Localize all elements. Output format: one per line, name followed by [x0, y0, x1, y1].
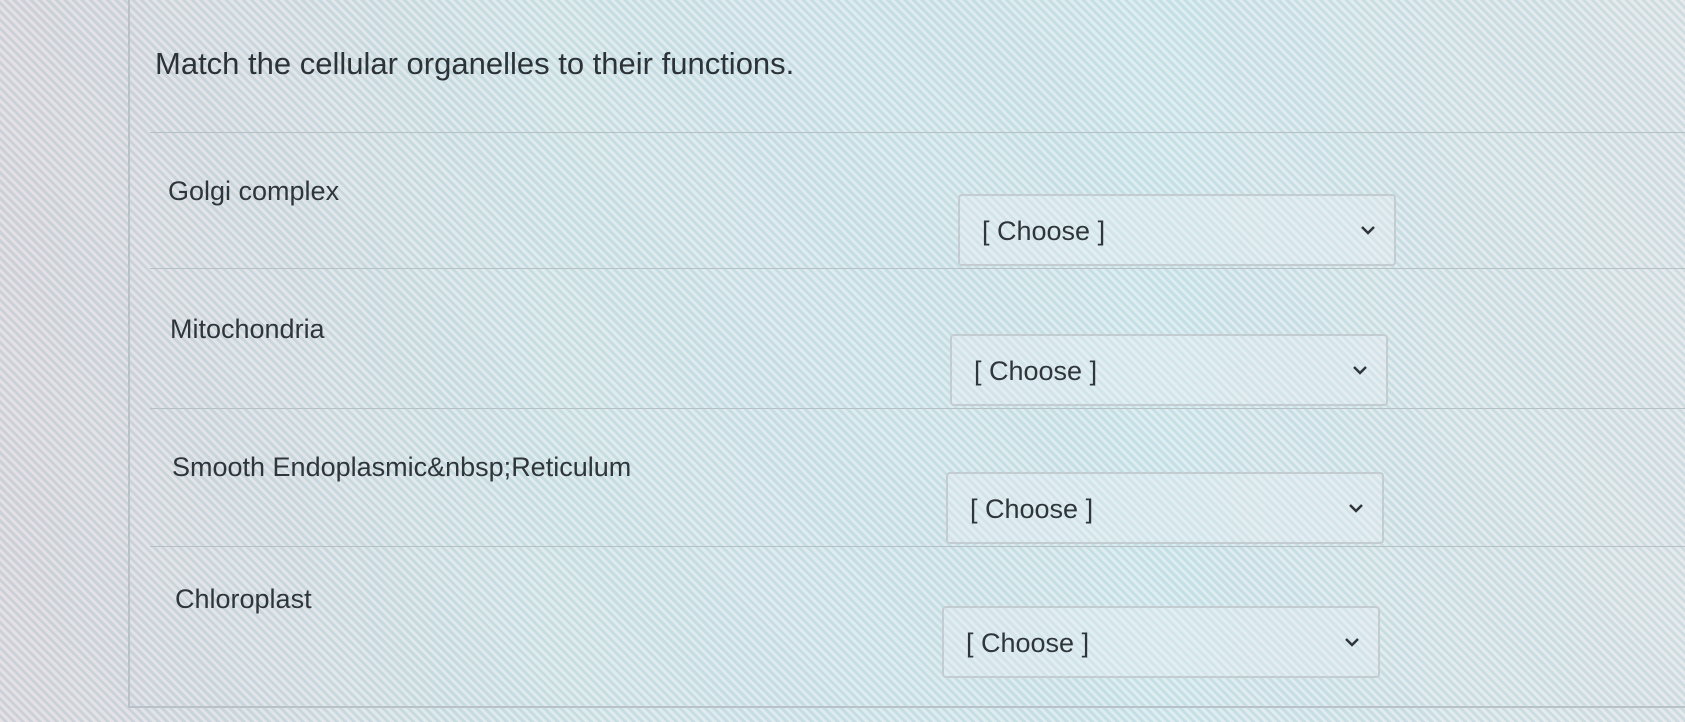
- chevron-down-icon: [1353, 366, 1367, 375]
- divider: [150, 408, 1685, 409]
- select-value: [ Choose ]: [970, 494, 1094, 524]
- organelle-label: Mitochondria: [170, 314, 325, 344]
- chevron-down-icon: [1345, 638, 1359, 647]
- chevron-down-icon: [1349, 504, 1363, 513]
- select-value: [ Choose ]: [982, 216, 1106, 246]
- select-value: [ Choose ]: [974, 356, 1098, 386]
- function-select[interactable]: [ Choose ]: [958, 194, 1396, 266]
- organelle-label: Smooth Endoplasmic&nbsp;Reticulum: [172, 452, 632, 482]
- function-select[interactable]: [ Choose ]: [942, 606, 1380, 678]
- question-title: Match the cellular organelles to their f…: [155, 46, 795, 81]
- question-card: [128, 0, 1685, 708]
- quiz-page: Match the cellular organelles to their f…: [0, 0, 1685, 722]
- chevron-down-icon: [1361, 226, 1375, 235]
- function-select[interactable]: [ Choose ]: [950, 334, 1388, 406]
- divider: [150, 132, 1685, 133]
- organelle-label: Golgi complex: [168, 176, 340, 206]
- organelle-label: Chloroplast: [175, 584, 312, 614]
- divider: [150, 546, 1685, 547]
- divider: [150, 268, 1685, 269]
- function-select[interactable]: [ Choose ]: [946, 472, 1384, 544]
- select-value: [ Choose ]: [966, 628, 1090, 658]
